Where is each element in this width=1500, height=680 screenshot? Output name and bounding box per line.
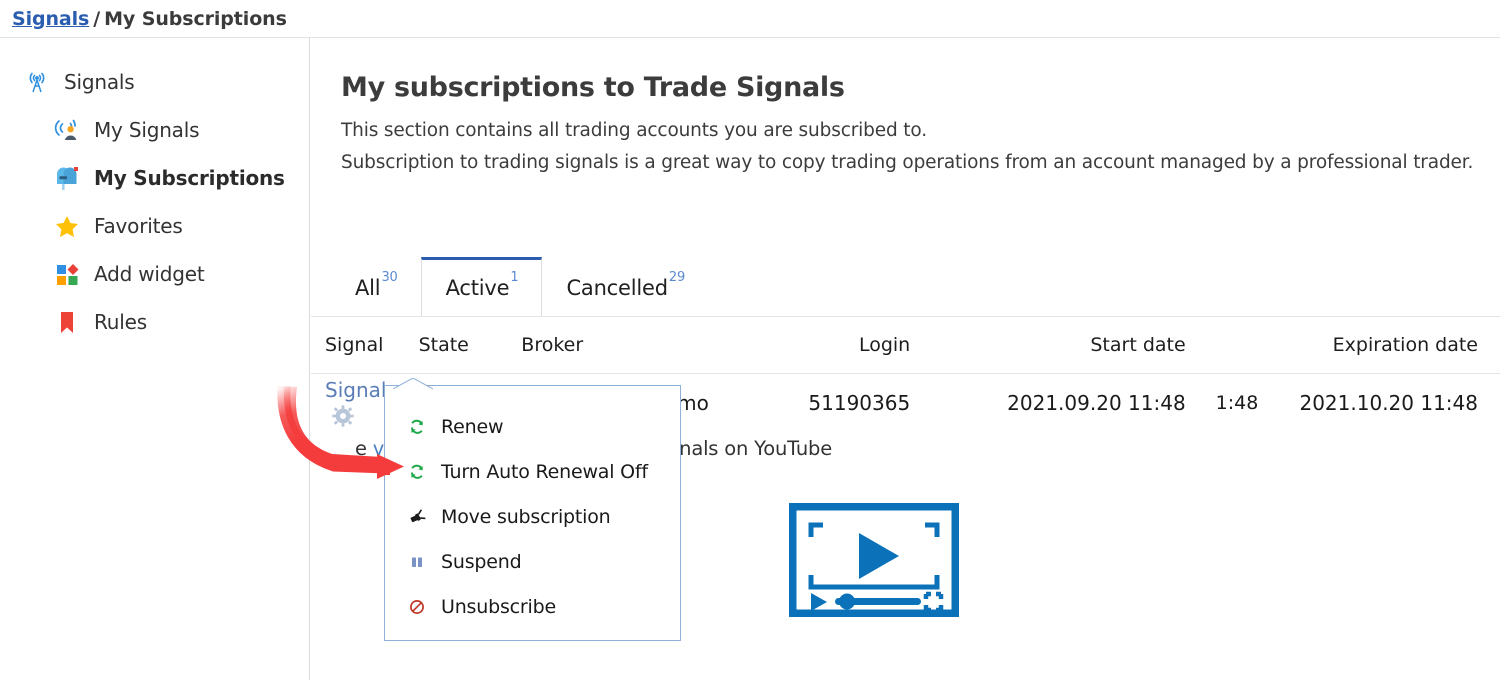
gear-icon[interactable] [331,404,355,428]
menu-item-unsubscribe[interactable]: Unsubscribe [385,584,680,629]
breadcrumb-link-signals[interactable]: Signals [12,8,89,30]
refresh-green-icon [407,419,427,435]
page-root: Signals / My Subscriptions Signals [0,0,1500,680]
cell-expiration-date: 2021.10.20 11:48 [1287,391,1500,415]
cell-time-fragment: 1:48 [1186,392,1288,414]
sidebar: Signals My Signals [0,38,310,680]
tab-label: Active [446,276,510,300]
cell-login: 51190365 [758,391,958,415]
menu-item-turn-auto-renewal-off[interactable]: Turn Auto Renewal Off [385,449,680,494]
plug-icon [407,508,427,526]
breadcrumb: Signals / My Subscriptions [0,0,1500,38]
menu-item-suspend[interactable]: Suspend [385,539,680,584]
page-title: My subscriptions to Trade Signals [341,72,1500,103]
page-description-line-2: Subscription to trading signals is a gre… [341,147,1500,179]
context-menu: Renew Turn Auto Renewal Off [384,385,681,641]
sidebar-item-rules[interactable]: Rules [0,298,309,346]
tab-count: 1 [510,270,518,285]
breadcrumb-current: My Subscriptions [104,8,287,30]
sidebar-item-my-signals[interactable]: My Signals [0,106,309,154]
menu-item-renew[interactable]: Renew [385,404,680,449]
tabs: All30 Active1 Cancelled29 [331,254,708,316]
sidebar-item-label: Rules [94,310,147,334]
widget-grid-icon [52,259,82,289]
page-description: This section contains all trading accoun… [341,115,1500,179]
tab-count: 29 [669,270,685,285]
pause-icon [407,554,427,570]
sidebar-item-label: Add widget [94,262,205,286]
column-header-expiration-date[interactable]: Expiration date [1287,334,1500,356]
menu-item-label: Suspend [441,551,521,573]
tab-label: Cancelled [566,276,667,300]
tab-active[interactable]: Active1 [421,257,543,316]
table-header-row: Signal State Broker Login Start date Exp… [311,316,1500,374]
column-header-login[interactable]: Login [758,334,958,356]
menu-item-move-subscription[interactable]: Move subscription [385,494,680,539]
signal-link[interactable]: Signal [325,378,386,402]
menu-item-label: Turn Auto Renewal Off [441,461,648,483]
sidebar-item-label: Signals [64,70,134,94]
prohibited-icon [407,599,427,615]
star-icon [52,211,82,241]
page-description-line-1: This section contains all trading accoun… [341,115,1500,147]
antenna-tower-icon [22,67,52,97]
sidebar-item-signals[interactable]: Signals [0,58,309,106]
column-header-broker[interactable]: Broker [521,334,758,356]
cell-start-date: 2021.09.20 11:48 [958,391,1185,415]
breadcrumb-separator: / [93,8,100,30]
menu-item-label: Unsubscribe [441,596,556,618]
sidebar-item-label: My Signals [94,118,199,142]
refresh-green-icon [407,464,427,480]
sidebar-item-favorites[interactable]: Favorites [0,202,309,250]
sidebar-item-label: My Subscriptions [94,166,285,190]
menu-item-label: Renew [441,416,503,438]
bookmark-icon [52,307,82,337]
broadcast-user-icon [52,115,82,145]
sidebar-item-add-widget[interactable]: Add widget [0,250,309,298]
column-header-state[interactable]: State [419,334,522,356]
video-tutorials-prefix: e [355,437,373,460]
context-menu-caret [393,375,429,386]
tab-label: All [355,276,380,300]
mailbox-icon [52,163,82,193]
tab-all[interactable]: All30 [331,260,421,316]
sidebar-item-my-subscriptions[interactable]: My Subscriptions [0,154,309,202]
column-header-start-date[interactable]: Start date [958,334,1185,356]
tab-count: 30 [381,270,397,285]
video-player-icon[interactable] [789,503,959,621]
column-header-signal[interactable]: Signal [311,334,419,356]
tab-cancelled[interactable]: Cancelled29 [542,260,708,316]
sidebar-item-label: Favorites [94,214,183,238]
menu-item-label: Move subscription [441,506,610,528]
